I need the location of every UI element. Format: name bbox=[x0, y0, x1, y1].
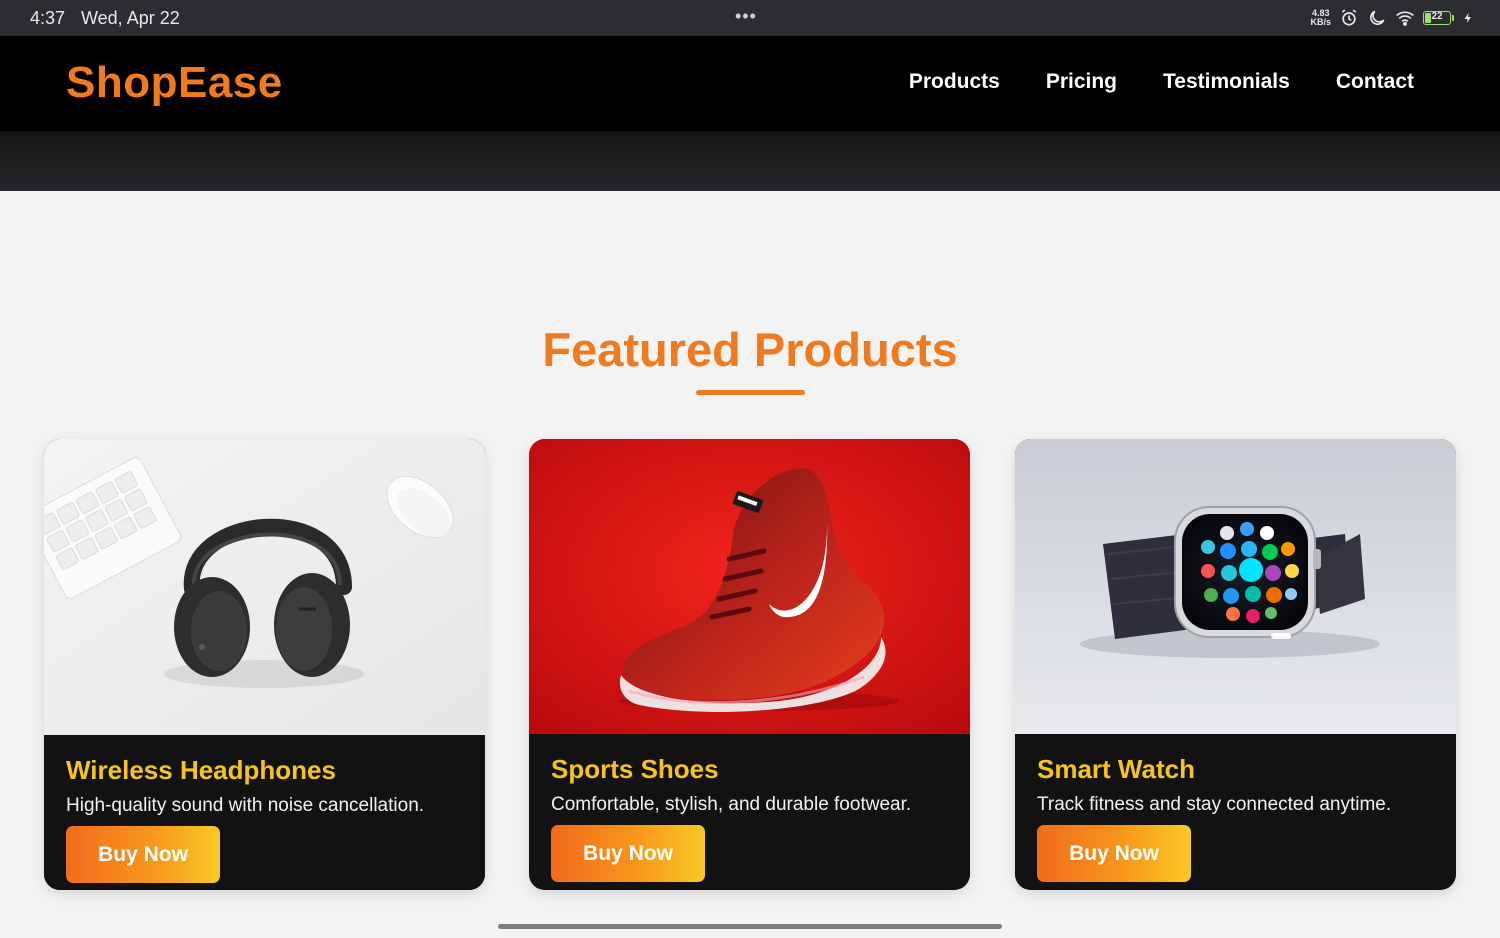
brand-logo[interactable]: ShopEase bbox=[66, 58, 283, 108]
title-underline bbox=[696, 390, 805, 395]
moon-icon bbox=[1370, 10, 1385, 25]
buy-now-button[interactable]: Buy Now bbox=[1037, 825, 1191, 882]
section-title: Featured Products bbox=[542, 323, 958, 376]
charging-icon bbox=[1464, 13, 1471, 23]
product-title: Smart Watch bbox=[1037, 754, 1195, 784]
battery-icon: 22 bbox=[1423, 11, 1454, 25]
product-description: High-quality sound with noise cancellati… bbox=[66, 795, 425, 816]
alarm-icon bbox=[1341, 9, 1357, 26]
nav-link-products[interactable]: Products bbox=[909, 70, 1000, 94]
product-description: Track fitness and stay connected anytime… bbox=[1037, 794, 1392, 815]
nav-link-testimonials[interactable]: Testimonials bbox=[1163, 70, 1290, 94]
headphones-image bbox=[44, 439, 485, 735]
nav-links: Products Pricing Testimonials Contact bbox=[909, 70, 1414, 94]
product-card-body: Wireless Headphones High-quality sound w… bbox=[44, 735, 485, 890]
product-title: Wireless Headphones bbox=[66, 755, 336, 785]
status-icons: 4.83 KB/s 22 bbox=[1310, 6, 1474, 30]
product-card-headphones: Wireless Headphones High-quality sound w… bbox=[44, 439, 485, 890]
status-date: Wed, Apr 22 bbox=[81, 8, 180, 28]
system-status-bar: 4:37 Wed, Apr 22 ••• 4.83 KB/s 22 bbox=[0, 0, 1500, 36]
product-card-body: Smart Watch Track fitness and stay conne… bbox=[1015, 734, 1456, 889]
battery-level: 22 bbox=[1431, 11, 1443, 22]
product-title: Sports Shoes bbox=[551, 754, 719, 784]
product-card-watch: Smart Watch Track fitness and stay conne… bbox=[1015, 439, 1456, 890]
hero-banner-bottom bbox=[0, 131, 1500, 191]
wifi-icon bbox=[1396, 11, 1414, 26]
buy-now-button[interactable]: Buy Now bbox=[66, 826, 220, 883]
product-description: Comfortable, stylish, and durable footwe… bbox=[551, 794, 912, 815]
nav-link-contact[interactable]: Contact bbox=[1336, 70, 1414, 94]
product-card-body: Sports Shoes Comfortable, stylish, and d… bbox=[529, 734, 970, 889]
status-time: 4:37 bbox=[30, 8, 66, 28]
site-navbar: ShopEase Products Pricing Testimonials C… bbox=[0, 36, 1500, 131]
network-speed: 4.83 KB/s bbox=[1310, 9, 1331, 27]
shoe-image bbox=[529, 439, 970, 735]
watch-image bbox=[1015, 439, 1456, 735]
product-card-shoes: Sports Shoes Comfortable, stylish, and d… bbox=[529, 439, 970, 890]
nav-link-pricing[interactable]: Pricing bbox=[1046, 70, 1117, 94]
buy-now-button[interactable]: Buy Now bbox=[551, 825, 705, 882]
multitask-dots-icon[interactable]: ••• bbox=[735, 6, 757, 27]
network-speed-unit: KB/s bbox=[1310, 17, 1331, 27]
home-indicator[interactable] bbox=[498, 924, 1002, 929]
